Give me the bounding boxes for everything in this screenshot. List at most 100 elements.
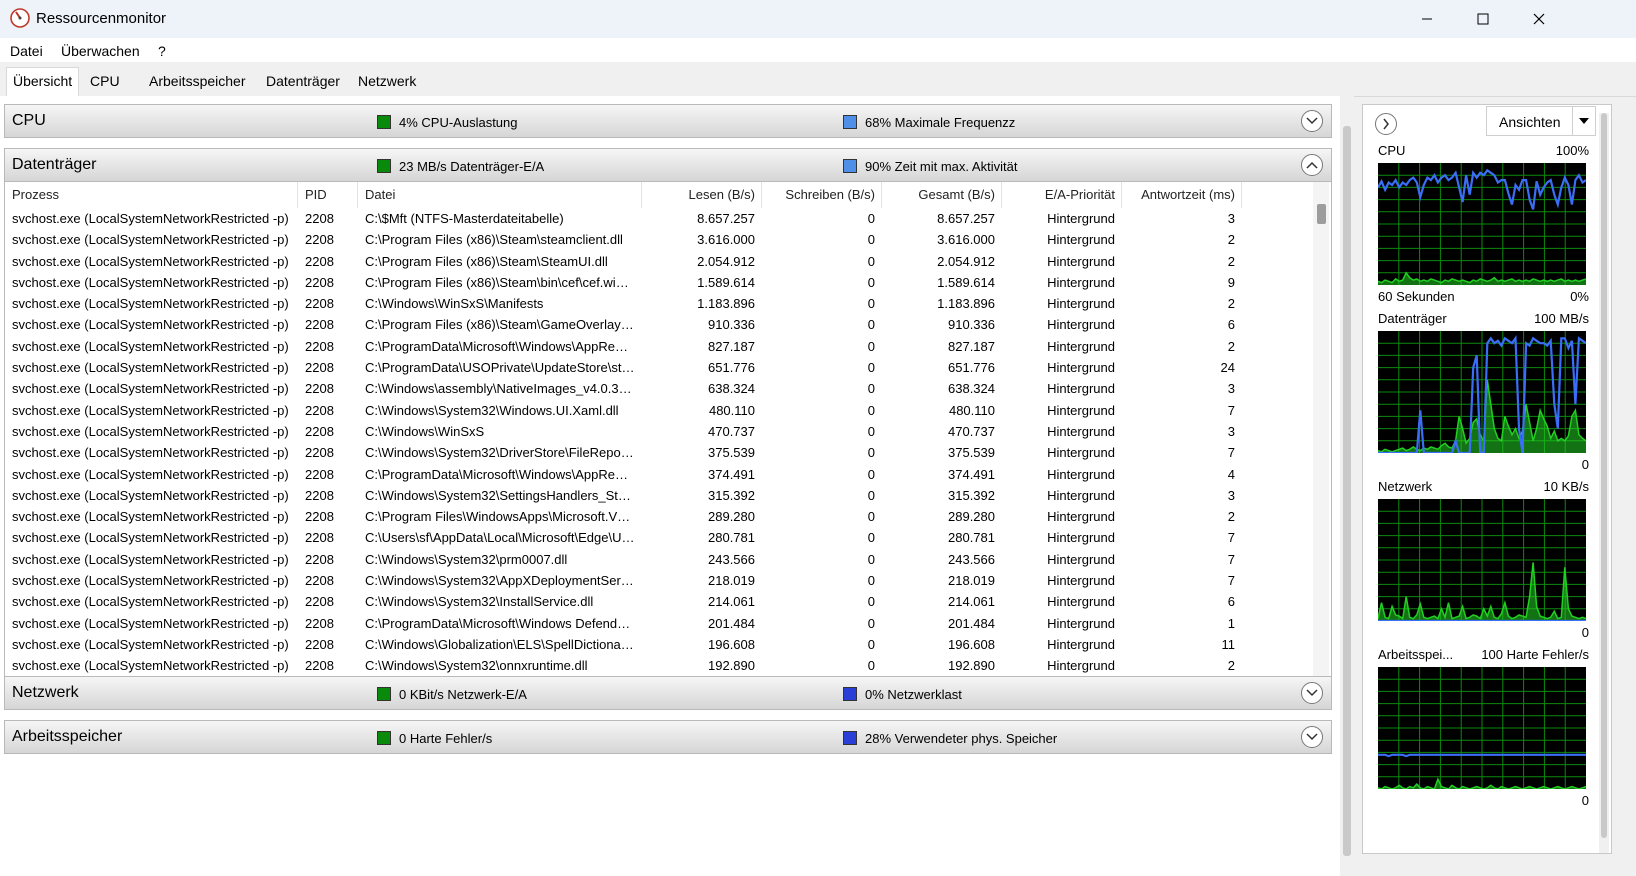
table-row[interactable]: svchost.exe (LocalSystemNetworkRestricte… xyxy=(5,506,1300,527)
memory-section-title: Arbeitsspeicher xyxy=(12,728,123,745)
cell-priority: Hintergrund xyxy=(1047,211,1115,226)
cell-write: 0 xyxy=(867,487,875,503)
cell-pid: 2208 xyxy=(305,338,334,354)
table-row[interactable]: svchost.exe (LocalSystemNetworkRestricte… xyxy=(5,378,1300,399)
table-row[interactable]: svchost.exe (LocalSystemNetworkRestricte… xyxy=(5,527,1300,548)
cell-process: svchost.exe (LocalSystemNetworkRestricte… xyxy=(12,423,289,439)
cell-file: C:\Windows\System32\SettingsHandlers_Sto… xyxy=(365,487,635,503)
col-pid[interactable]: PID xyxy=(305,187,327,202)
cell-read: 375.539 xyxy=(708,445,755,461)
close-button[interactable] xyxy=(1510,0,1568,38)
table-row[interactable]: svchost.exe (LocalSystemNetworkRestricte… xyxy=(5,421,1300,442)
views-dropdown[interactable]: Ansichten xyxy=(1486,106,1596,136)
menu-file[interactable]: Datei xyxy=(10,43,43,59)
table-row[interactable]: svchost.exe (LocalSystemNetworkRestricte… xyxy=(5,634,1300,655)
table-row[interactable]: svchost.exe (LocalSystemNetworkRestricte… xyxy=(5,485,1300,506)
col-read[interactable]: Lesen (B/s) xyxy=(645,187,755,202)
blue-swatch-icon xyxy=(843,159,857,173)
network-section-title: Netzwerk xyxy=(12,684,79,701)
cell-write: 0 xyxy=(867,573,875,589)
cell-response: 7 xyxy=(1227,530,1235,546)
cell-pid: 2208 xyxy=(305,423,334,439)
title-bar: Ressourcenmonitor xyxy=(0,0,1636,38)
table-row[interactable]: svchost.exe (LocalSystemNetworkRestricte… xyxy=(5,208,1300,229)
dropdown-arrow-icon[interactable] xyxy=(1572,107,1595,135)
menu-help[interactable]: ? xyxy=(158,43,166,59)
cell-process: svchost.exe (LocalSystemNetworkRestricte… xyxy=(12,402,289,418)
cell-pid: 2208 xyxy=(305,615,334,631)
table-scrollbar[interactable] xyxy=(1313,182,1329,692)
cpu-expand-button[interactable] xyxy=(1301,110,1323,132)
cell-pid: 2208 xyxy=(305,211,334,226)
overview-scrollbar[interactable] xyxy=(1340,96,1354,876)
table-row[interactable]: svchost.exe (LocalSystemNetworkRestricte… xyxy=(5,293,1300,314)
table-row[interactable]: svchost.exe (LocalSystemNetworkRestricte… xyxy=(5,251,1300,272)
col-response[interactable]: Antwortzeit (ms) xyxy=(1125,187,1235,202)
table-row[interactable]: svchost.exe (LocalSystemNetworkRestricte… xyxy=(5,570,1300,591)
cpu-graph-max: 100% xyxy=(1555,143,1589,158)
table-row[interactable]: svchost.exe (LocalSystemNetworkRestricte… xyxy=(5,442,1300,463)
table-row[interactable]: svchost.exe (LocalSystemNetworkRestricte… xyxy=(5,400,1300,421)
table-scrollbar-thumb[interactable] xyxy=(1317,204,1326,224)
menu-monitor[interactable]: Überwachen xyxy=(61,43,140,59)
cell-file: C:\Windows\Globalization\ELS\SpellDictio… xyxy=(365,636,635,652)
memory-graph xyxy=(1378,667,1586,789)
table-row[interactable]: svchost.exe (LocalSystemNetworkRestricte… xyxy=(5,549,1300,570)
cell-process: svchost.exe (LocalSystemNetworkRestricte… xyxy=(12,211,289,226)
cell-pid: 2208 xyxy=(305,274,334,290)
tab-cpu[interactable]: CPU xyxy=(84,68,126,95)
views-label: Ansichten xyxy=(1499,114,1561,130)
disk-collapse-button[interactable] xyxy=(1301,154,1323,176)
cell-response: 7 xyxy=(1227,551,1235,567)
maximize-button[interactable] xyxy=(1454,0,1512,38)
chevron-right-icon xyxy=(1383,118,1389,130)
memory-expand-button[interactable] xyxy=(1301,726,1323,748)
memory-section-header[interactable]: Arbeitsspeicher 0 Harte Fehler/s 28% Ver… xyxy=(4,720,1332,754)
col-write[interactable]: Schreiben (B/s) xyxy=(765,187,875,202)
cell-file: C:\Windows\System32\onnxruntime.dll xyxy=(365,658,588,674)
table-row[interactable]: svchost.exe (LocalSystemNetworkRestricte… xyxy=(5,229,1300,250)
overview-scrollbar-thumb[interactable] xyxy=(1343,126,1351,856)
network-expand-button[interactable] xyxy=(1301,682,1323,704)
collapse-graphs-button[interactable] xyxy=(1375,113,1397,135)
network-graph xyxy=(1378,499,1586,621)
col-priority[interactable]: E/A-Priorität xyxy=(1005,187,1115,202)
col-total[interactable]: Gesamt (B/s) xyxy=(885,187,995,202)
chevron-down-icon xyxy=(1306,733,1318,741)
table-row[interactable]: svchost.exe (LocalSystemNetworkRestricte… xyxy=(5,272,1300,293)
cell-file: C:\ProgramData\Microsoft\Windows\AppRepo… xyxy=(365,466,635,482)
cell-write: 0 xyxy=(867,615,875,631)
cell-total: 218.019 xyxy=(948,573,995,589)
graph-pane-scrollbar[interactable] xyxy=(1599,113,1609,853)
cell-pid: 2208 xyxy=(305,509,334,525)
cell-read: 315.392 xyxy=(708,487,755,503)
cpu-section-header[interactable]: CPU 4% CPU-Auslastung 68% Maximale Frequ… xyxy=(4,104,1332,138)
table-row[interactable]: svchost.exe (LocalSystemNetworkRestricte… xyxy=(5,357,1300,378)
col-process[interactable]: Prozess xyxy=(12,187,59,202)
cell-read: 214.061 xyxy=(708,594,755,610)
tab-disk[interactable]: Datenträger xyxy=(260,68,346,95)
col-file[interactable]: Datei xyxy=(365,187,395,202)
table-row[interactable]: svchost.exe (LocalSystemNetworkRestricte… xyxy=(5,464,1300,485)
cell-total: 196.608 xyxy=(948,636,995,652)
table-row[interactable]: svchost.exe (LocalSystemNetworkRestricte… xyxy=(5,613,1300,634)
cpu-graph-label: CPU xyxy=(1378,143,1406,158)
table-row[interactable]: svchost.exe (LocalSystemNetworkRestricte… xyxy=(5,336,1300,357)
tab-network[interactable]: Netzwerk xyxy=(352,68,422,95)
table-row[interactable]: svchost.exe (LocalSystemNetworkRestricte… xyxy=(5,591,1300,612)
network-section-header[interactable]: Netzwerk 0 KBit/s Netzwerk-E/A 0% Netzwe… xyxy=(4,676,1332,710)
cell-process: svchost.exe (LocalSystemNetworkRestricte… xyxy=(12,232,289,248)
cell-response: 3 xyxy=(1227,423,1235,439)
minimize-button[interactable] xyxy=(1398,0,1456,38)
cell-write: 0 xyxy=(867,274,875,290)
disk-section-header[interactable]: Datenträger 23 MB/s Datenträger-E/A 90% … xyxy=(4,148,1332,182)
tab-memory[interactable]: Arbeitsspeicher xyxy=(143,68,252,95)
tab-overview[interactable]: Übersicht xyxy=(6,67,80,96)
table-row[interactable]: svchost.exe (LocalSystemNetworkRestricte… xyxy=(5,655,1300,676)
cell-read: 470.737 xyxy=(708,423,755,439)
table-row[interactable]: svchost.exe (LocalSystemNetworkRestricte… xyxy=(5,314,1300,335)
graph-pane-scrollbar-thumb[interactable] xyxy=(1601,113,1607,838)
cell-file: C:\Windows\System32\AppXDeploymentServ..… xyxy=(365,573,635,589)
cell-write: 0 xyxy=(867,402,875,418)
cell-priority: Hintergrund xyxy=(1047,487,1115,503)
